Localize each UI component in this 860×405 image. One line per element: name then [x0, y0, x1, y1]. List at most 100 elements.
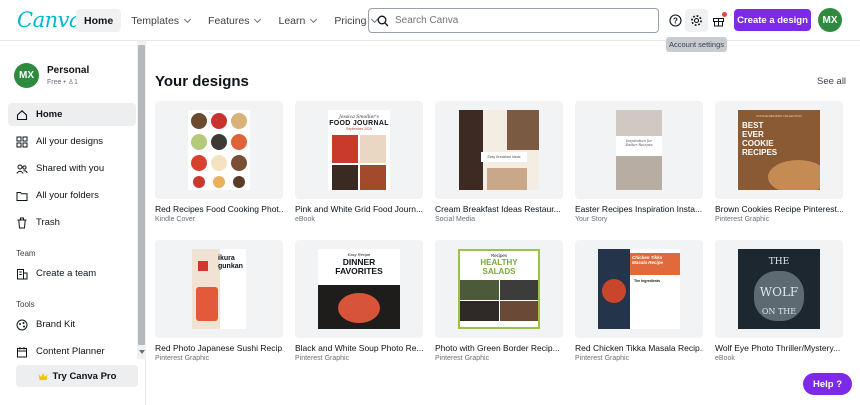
- cookie-cover: COOKIE RECIPES COLLECTION BEST EVER COOK…: [738, 110, 820, 190]
- sushi-line-2: gunkan: [218, 263, 243, 270]
- sidebar-item-label: Create a team: [36, 268, 97, 279]
- journal-title: FOOD JOURNAL: [329, 120, 389, 127]
- sidebar-item-brand-kit[interactable]: Brand Kit: [8, 313, 136, 336]
- canva-logo[interactable]: Canva: [17, 8, 82, 32]
- account-avatar[interactable]: MX: [818, 8, 842, 32]
- sushi-title: ikura gunkan: [218, 255, 243, 271]
- design-card[interactable]: COOKIE RECIPES COLLECTION BEST EVER COOK…: [715, 101, 843, 223]
- design-card[interactable]: Jessica Smollier's FOOD JOURNAL Septembe…: [295, 101, 423, 223]
- create-design-button[interactable]: Create a design: [734, 9, 811, 31]
- design-card[interactable]: Chicken Tikka Masala Recipe The Ingredie…: [575, 240, 703, 362]
- nav-features[interactable]: Features: [200, 9, 268, 32]
- design-type: Your Story: [575, 216, 608, 223]
- design-title: Black and White Soup Photo Re...: [295, 343, 423, 353]
- sushi-pin: ikura gunkan: [192, 249, 246, 329]
- nav-learn[interactable]: Learn: [270, 9, 324, 32]
- design-type: Pinterest Graphic: [155, 355, 210, 362]
- design-thumbnail: THE WOLF ON THE: [715, 240, 843, 338]
- design-type: Pinterest Graphic: [575, 355, 630, 362]
- design-card[interactable]: Red Recipes Food Cooking Phot... Kindle …: [155, 101, 283, 223]
- people-icon: [16, 164, 28, 174]
- design-card[interactable]: THE WOLF ON THE Wolf Eye Photo Thriller/…: [715, 240, 843, 362]
- wolf-line-1: THE: [768, 257, 790, 267]
- sidebar-item-create-team[interactable]: Create a team: [8, 262, 136, 285]
- design-card[interactable]: Easy Recipe DINNER FAVORITES Black and W…: [295, 240, 423, 362]
- sidebar-item-trash[interactable]: Trash: [8, 211, 136, 234]
- design-thumbnail: Jessica Smollier's FOOD JOURNAL Septembe…: [295, 101, 423, 199]
- page-title: Your designs: [155, 73, 249, 90]
- folder-icon: [16, 191, 28, 201]
- help-circle-button[interactable]: ?: [664, 9, 687, 32]
- sidebar-item-label: Brand Kit: [36, 319, 76, 330]
- profile-plan: Free • ♙1: [47, 79, 78, 86]
- grid-icon: [16, 136, 28, 147]
- try-canva-pro-button[interactable]: Try Canva Pro: [16, 365, 138, 387]
- sidebar-item-label: Content Planner: [36, 346, 105, 357]
- search-icon: [377, 15, 389, 26]
- gift-button[interactable]: [707, 9, 730, 32]
- design-card[interactable]: Inspiration for Easter Recipes Easter Re…: [575, 101, 703, 223]
- design-type: eBook: [295, 216, 315, 223]
- design-thumbnail: Easy Recipe DINNER FAVORITES: [295, 240, 423, 338]
- journal-date: September 2029: [346, 127, 372, 131]
- design-card[interactable]: ikura gunkan Red Photo Japanese Sushi Rec…: [155, 240, 283, 362]
- sidebar: MX Personal Free • ♙1 Home All your desi…: [0, 41, 146, 405]
- design-title: Red Photo Japanese Sushi Recip...: [155, 343, 283, 353]
- design-type: Kindle Cover: [155, 216, 196, 223]
- crown-icon: [38, 372, 48, 380]
- wolf-line-2: WOLF: [759, 285, 799, 299]
- nav-pricing-label: Pricing: [334, 14, 367, 27]
- see-all-link[interactable]: See all: [817, 76, 846, 87]
- design-type: Pinterest Graphic: [435, 355, 490, 362]
- tikka-pin: Chicken Tikka Masala Recipe The Ingredie…: [598, 249, 680, 329]
- search-input[interactable]: [395, 15, 635, 26]
- trash-icon: [17, 217, 27, 228]
- settings-button[interactable]: [685, 9, 708, 32]
- design-title: Easter Recipes Inspiration Insta...: [575, 204, 703, 214]
- design-title: Cream Breakfast Ideas Restaur...: [435, 204, 561, 214]
- design-title: Pink and White Grid Food Journ...: [295, 204, 423, 214]
- design-thumbnail: [155, 101, 283, 199]
- design-thumbnail: Inspiration for Easter Recipes: [575, 101, 703, 199]
- design-type: eBook: [715, 355, 735, 362]
- search-box[interactable]: [368, 8, 659, 33]
- brand-kit-icon: [16, 319, 28, 330]
- avatar: MX: [14, 63, 39, 88]
- sidebar-item-label: Trash: [36, 217, 60, 228]
- cookie-title: BEST EVER COOKIE RECIPES: [742, 121, 778, 157]
- sidebar-item-content-planner[interactable]: Content Planner: [8, 340, 136, 363]
- salad-pin: Recipes HEALTHY SALADS: [458, 249, 540, 329]
- sidebar-item-home[interactable]: Home: [8, 103, 136, 126]
- design-type: Pinterest Graphic: [295, 355, 350, 362]
- wolf-line-3: ON THE: [761, 307, 797, 316]
- tools-heading: Tools: [16, 300, 35, 309]
- easter-text: Inspiration for Easter Recipes: [625, 139, 653, 147]
- design-card[interactable]: Recipes HEALTHY SALADS Photo with Green …: [435, 240, 563, 362]
- food-collage-image: [188, 110, 250, 190]
- design-title: Photo with Green Border Recip...: [435, 343, 560, 353]
- home-icon: [16, 109, 28, 120]
- sidebar-item-folders[interactable]: All your folders: [8, 184, 136, 207]
- sidebar-item-all-designs[interactable]: All your designs: [8, 130, 136, 153]
- easter-story: Inspiration for Easter Recipes: [616, 110, 662, 190]
- design-card[interactable]: Easy Breakfast Ideas Cream Breakfast Ide…: [435, 101, 563, 223]
- profile-switcher[interactable]: MX Personal Free • ♙1: [14, 63, 89, 88]
- nav-templates[interactable]: Templates: [123, 9, 198, 32]
- calendar-icon: [17, 346, 27, 357]
- sidebar-item-label: Shared with you: [36, 163, 105, 174]
- chevron-down-icon: [310, 15, 318, 23]
- scroll-down-arrow-icon[interactable]: [139, 350, 145, 354]
- svg-text:?: ?: [673, 16, 678, 25]
- nav-home[interactable]: Home: [76, 9, 122, 32]
- design-type: Pinterest Graphic: [715, 216, 770, 223]
- help-button[interactable]: Help ?: [803, 373, 852, 395]
- sidebar-item-shared[interactable]: Shared with you: [8, 157, 136, 180]
- gear-icon: [691, 15, 702, 26]
- chevron-down-icon: [184, 15, 192, 23]
- design-thumbnail: Easy Breakfast Ideas: [435, 101, 563, 199]
- design-thumbnail: COOKIE RECIPES COLLECTION BEST EVER COOK…: [715, 101, 843, 199]
- nav-features-label: Features: [208, 14, 250, 27]
- team-heading: Team: [16, 249, 36, 258]
- sidebar-scrollbar-thumb[interactable]: [138, 45, 145, 345]
- sidebar-item-label: Home: [36, 109, 63, 120]
